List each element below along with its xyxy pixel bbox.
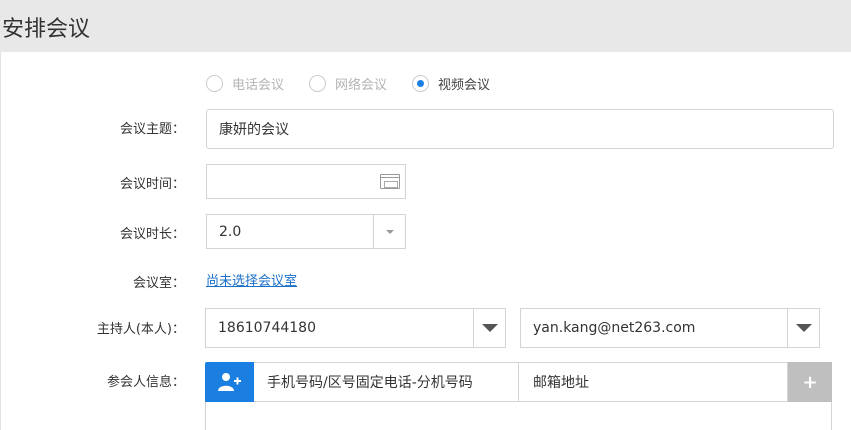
select-room-link[interactable]: 尚未选择会议室: [206, 270, 297, 289]
chevron-down-icon: [481, 324, 498, 332]
time-input[interactable]: [206, 164, 406, 199]
host-email-dropdown-toggle[interactable]: [787, 309, 819, 347]
subject-label: 会议主题：: [119, 122, 185, 137]
page-title: 安排会议: [2, 17, 91, 42]
radio-label: 网络会议: [335, 78, 388, 93]
duration-label: 会议时长：: [119, 227, 185, 242]
participant-phone-input[interactable]: 手机号码/区号固定电话-分机号码: [254, 362, 519, 402]
chevron-down-icon: [795, 324, 812, 332]
host-email-select[interactable]: yan.kang@net263.com: [520, 308, 820, 348]
radio-web-meeting[interactable]: 网络会议: [309, 74, 387, 93]
participants-label: 参会人信息：: [106, 375, 185, 390]
add-person-icon: [217, 373, 241, 391]
duration-select[interactable]: 2.0: [206, 214, 406, 249]
participant-entry-bar: 手机号码/区号固定电话-分机号码 邮箱地址 +: [205, 362, 832, 402]
room-label: 会议室：: [132, 276, 185, 291]
meeting-type-group: 电话会议 网络会议 视频会议: [206, 74, 515, 93]
radio-circle-selected[interactable]: [412, 75, 430, 92]
page-header: 安排会议: [0, 0, 851, 52]
add-participant-button[interactable]: +: [788, 362, 832, 402]
participant-list: [205, 402, 832, 430]
add-contact-button[interactable]: [205, 362, 254, 402]
host-label: 主持人(本人)：: [96, 322, 185, 337]
participant-phone-placeholder: 手机号码/区号固定电话-分机号码: [267, 375, 473, 391]
participant-email-input[interactable]: 邮箱地址: [519, 362, 788, 402]
host-phone-select[interactable]: 18610744180: [205, 308, 506, 348]
radio-label: 视频会议: [438, 78, 491, 93]
duration-dropdown-toggle[interactable]: [373, 215, 405, 248]
radio-circle[interactable]: [309, 75, 327, 92]
chevron-down-icon: [385, 229, 394, 234]
participant-email-placeholder: 邮箱地址: [533, 375, 589, 391]
subject-input[interactable]: 康妍的会议: [206, 109, 834, 149]
radio-phone-meeting[interactable]: 电话会议: [206, 74, 284, 93]
plus-icon: +: [802, 371, 818, 393]
time-label: 会议时间：: [119, 177, 185, 192]
host-phone-dropdown-toggle[interactable]: [473, 309, 505, 347]
host-email-value: yan.kang@net263.com: [533, 320, 696, 336]
host-phone-value: 18610744180: [218, 320, 316, 336]
radio-label: 电话会议: [232, 78, 285, 93]
calendar-icon[interactable]: [380, 174, 400, 189]
radio-video-meeting[interactable]: 视频会议: [412, 74, 490, 93]
subject-value: 康妍的会议: [219, 122, 289, 138]
duration-value: 2.0: [219, 223, 242, 240]
radio-circle[interactable]: [206, 75, 223, 92]
